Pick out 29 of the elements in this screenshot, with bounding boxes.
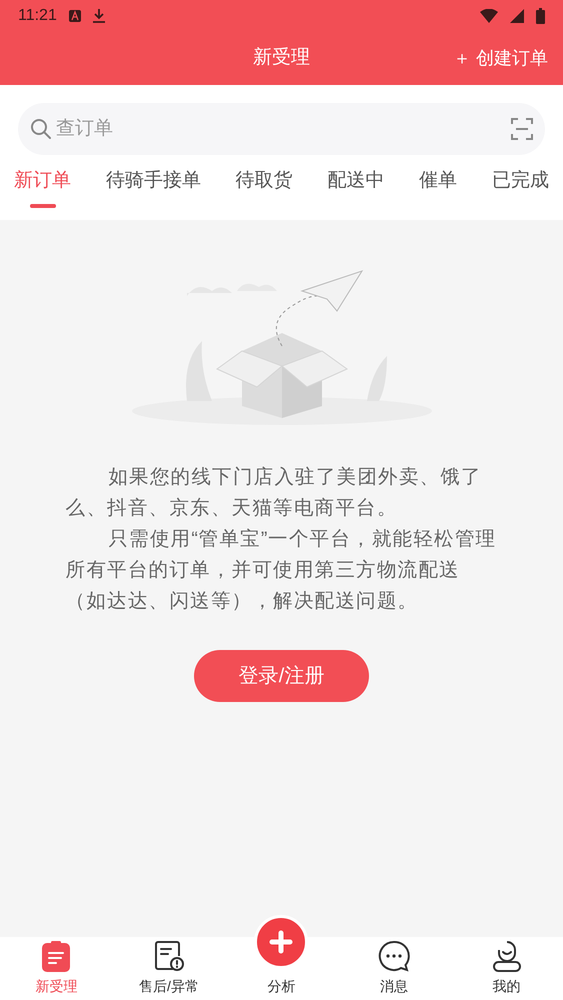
wifi-icon (480, 9, 498, 23)
order-status-tab[interactable]: 新订单 (14, 167, 71, 208)
login-register-button[interactable]: 登录/注册 (194, 650, 369, 702)
search-icon (30, 118, 52, 140)
app-notification-icon (68, 10, 81, 22)
intro-paragraph: 如果您的线下门店入驻了美团外卖、饿了么、抖音、京东、天猫等电商平台。 (66, 465, 483, 521)
battery-icon (536, 8, 545, 24)
nav-tab[interactable]: 新受理 (0, 937, 113, 1000)
nav-tab[interactable]: 我的 (450, 937, 563, 1000)
search-bar[interactable]: 查订单 (18, 103, 545, 155)
order-status-tab[interactable]: 待骑手接单 (106, 167, 201, 208)
page-title: 新受理 (253, 46, 310, 70)
user-icon (492, 940, 522, 972)
chat-bubble-icon (378, 940, 410, 972)
order-status-tab[interactable]: 配送中 (327, 167, 384, 208)
nav-tab[interactable]: 分析 (225, 915, 338, 1000)
nav-tab[interactable]: 售后/异常 (112, 937, 226, 1000)
order-status-tab[interactable]: 待取货 (236, 167, 293, 208)
nav-tab[interactable]: 消息 (338, 937, 450, 1000)
status-time: 11:21 (18, 6, 57, 26)
download-icon (92, 9, 105, 23)
clipboard-icon (42, 940, 70, 972)
signal-icon (510, 9, 524, 23)
create-order-button[interactable]: ＋ 创建订单 (452, 45, 548, 72)
intro-paragraph: 只需使用“管单宝”一个平台，就能轻松管理所有平台的订单，并可使用第三方物流配送（如达达、闪送等），解决配送问题。 (66, 527, 498, 614)
order-status-tab[interactable]: 已完成 (492, 167, 549, 208)
order-status-tab[interactable]: 催单 (419, 167, 458, 208)
document-alert-icon (152, 940, 185, 972)
scan-icon[interactable] (511, 118, 533, 140)
